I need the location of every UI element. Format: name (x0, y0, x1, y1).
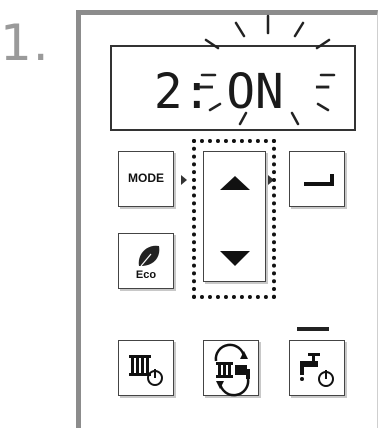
mode-pointer-icon (181, 175, 187, 185)
faucet-power-icon (300, 353, 334, 387)
eco-button[interactable]: Eco (118, 233, 174, 289)
enter-button[interactable] (289, 151, 345, 207)
radiator-sync-button[interactable] (203, 340, 259, 397)
leaf-icon (138, 245, 160, 267)
radiator-sync-icon (214, 343, 250, 397)
faucet-power-button[interactable] (289, 340, 345, 396)
highlight-box (192, 139, 276, 299)
radiator-power-button[interactable] (118, 340, 174, 396)
active-indicator-bar (297, 327, 329, 331)
eco-button-label: Eco (135, 269, 157, 281)
enter-return-icon (304, 174, 334, 186)
radiator-power-icon (129, 355, 163, 386)
